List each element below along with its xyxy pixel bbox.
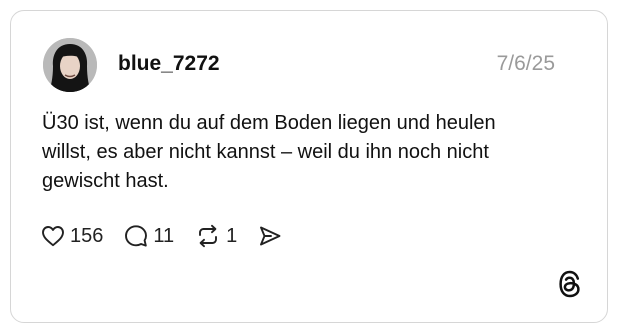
like-button[interactable]: 156 xyxy=(41,221,103,251)
avatar[interactable] xyxy=(43,38,97,92)
post-text-line: willst, es aber nicht kannst – weil du i… xyxy=(42,141,489,163)
threads-logo-icon[interactable] xyxy=(556,269,584,299)
share-button[interactable] xyxy=(258,225,282,247)
heart-icon xyxy=(42,226,64,247)
reply-button[interactable]: 11 xyxy=(124,221,174,251)
threads-logo-svg xyxy=(559,270,580,298)
send-icon xyxy=(260,226,281,246)
post-text-line: gewischt hast. xyxy=(42,170,169,192)
repost-button[interactable]: 1 xyxy=(195,221,237,251)
like-count: 156 xyxy=(70,225,104,247)
post-text-line: Ü30 ist, wenn du auf dem Boden liegen un… xyxy=(42,112,496,134)
speech-bubble-icon xyxy=(125,225,148,247)
post-text: Ü30 ist, wenn du auf dem Boden liegen un… xyxy=(42,109,582,196)
post-date: 7/6/25 xyxy=(496,52,555,75)
repost-count: 1 xyxy=(226,225,238,247)
avatar-image xyxy=(43,38,97,92)
action-bar: 156 11 1 xyxy=(41,221,303,251)
reply-count: 11 xyxy=(153,225,175,247)
repost-arrows-icon xyxy=(199,224,218,248)
post-card: blue_7272 7/6/25 Ü30 ist, wenn du auf de… xyxy=(10,10,608,323)
username[interactable]: blue_7272 xyxy=(118,50,220,78)
